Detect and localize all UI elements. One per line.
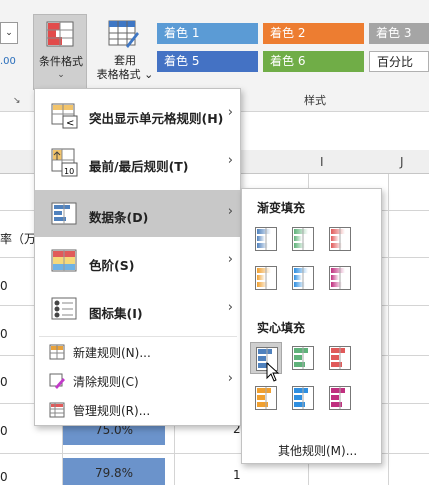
chevron-right-icon: › (227, 371, 233, 386)
menu-item-color-scales[interactable]: 色阶(S) › (35, 239, 240, 285)
menu-item-icon-sets[interactable]: 图标集(I) › (35, 287, 240, 333)
style-accent-6[interactable]: 着色 6 (263, 51, 364, 72)
manage-rules-icon (49, 402, 65, 421)
solid-data-bar-option[interactable] (287, 382, 319, 414)
menu-item-label: 管理规则(R)... (73, 404, 151, 418)
data-bar-swatch-icon (329, 346, 351, 370)
cell-text[interactable]: 1 (233, 468, 241, 482)
conditional-format-label: 条件格式 (39, 55, 83, 68)
icon-sets-icon (51, 297, 79, 324)
data-bar-swatch-icon (329, 386, 351, 410)
solid-data-bar-option[interactable] (324, 342, 356, 374)
cell-text[interactable]: 0 (0, 279, 8, 293)
menu-item-label: 新建规则(N)... (73, 346, 151, 360)
new-rule-icon (49, 344, 65, 363)
menu-item-data-bars[interactable]: 数据条(D) › (35, 190, 240, 237)
cell-text[interactable]: 率（万 (0, 230, 36, 247)
gradient-data-bar-option[interactable] (250, 262, 282, 294)
data-bar-swatch-icon (292, 227, 314, 251)
menu-item-label: 数据条(D) (89, 210, 149, 225)
cell-text[interactable]: 0 (0, 470, 8, 484)
svg-text:10: 10 (64, 167, 74, 176)
style-accent-2[interactable]: 着色 2 (263, 23, 364, 44)
menu-item-top-bottom-rules[interactable]: 10 最前/最后规则(T) › (35, 139, 240, 185)
cell-text[interactable]: 0 (0, 327, 8, 341)
column-header-j[interactable]: J (400, 155, 404, 169)
menu-item-clear-rules[interactable]: 清除规则(C) › (35, 368, 240, 394)
menu-item-label: 突出显示单元格规则(H) (89, 111, 224, 126)
solid-data-bar-option[interactable] (250, 382, 282, 414)
clear-rules-icon (49, 373, 65, 392)
gradient-data-bar-option[interactable] (324, 223, 356, 255)
menu-item-new-rule[interactable]: 新建规则(N)... (35, 339, 240, 365)
chevron-right-icon: › (227, 300, 233, 315)
data-bar-swatch-icon (255, 266, 277, 290)
data-bar-cell[interactable]: 79.8% (63, 458, 165, 485)
menu-item-label: 最前/最后规则(T) (89, 159, 189, 174)
data-bars-icon (51, 202, 79, 229)
chevron-down-icon: ⌄ (57, 70, 65, 80)
grid-line (388, 174, 389, 485)
number-format-dropdown[interactable]: ⌄ (0, 22, 18, 44)
menu-item-label: 图标集(I) (89, 306, 143, 321)
solid-fill-heading: 实心填充 (257, 321, 306, 335)
format-as-table-label-2: 表格格式 ⌄ (96, 68, 154, 81)
style-accent-3[interactable]: 着色 3 (369, 23, 429, 44)
svg-text:<: < (66, 118, 74, 129)
menu-item-manage-rules[interactable]: 管理规则(R)... (35, 397, 240, 423)
gradient-data-bar-option[interactable] (287, 223, 319, 255)
data-bar-swatch-icon (255, 386, 277, 410)
style-accent-1[interactable]: 着色 1 (157, 23, 258, 44)
data-bar-swatch-icon (292, 346, 314, 370)
gradient-data-bar-option[interactable] (287, 262, 319, 294)
color-scales-icon (51, 249, 79, 276)
dialog-launcher-icon[interactable]: ↘ (13, 96, 21, 106)
data-bar-swatch-icon (329, 227, 351, 251)
chevron-right-icon: › (227, 204, 233, 219)
data-bar-swatch-icon (292, 266, 314, 290)
data-bar-swatch-icon (292, 386, 314, 410)
chevron-right-icon: › (227, 252, 233, 267)
cell-text[interactable]: 0 (0, 424, 8, 438)
conditional-format-menu: < 突出显示单元格规则(H) › 10 最前/最后规则(T) › 数据条(D) … (34, 88, 241, 426)
menu-item-label: 色阶(S) (89, 258, 135, 273)
data-bars-submenu: 渐变填充 实心填充 其他规则(M)... (241, 188, 382, 464)
conditional-format-button[interactable]: 条件格式 ⌄ (33, 14, 87, 90)
style-percent[interactable]: 百分比 (369, 51, 429, 72)
conditional-format-icon (46, 21, 76, 52)
decimal-icon[interactable]: .00 (0, 56, 16, 67)
gradient-fill-heading: 渐变填充 (257, 201, 306, 215)
solid-data-bar-option[interactable] (324, 382, 356, 414)
cell-text[interactable]: 0 (0, 375, 8, 389)
table-format-icon (108, 20, 140, 53)
column-header-i[interactable]: I (320, 155, 324, 169)
solid-data-bar-option[interactable] (287, 342, 319, 374)
mouse-cursor-icon (266, 361, 280, 385)
chevron-right-icon: › (227, 153, 233, 168)
menu-item-label: 清除规则(C) (73, 375, 139, 389)
format-as-table-button[interactable]: 套用 表格格式 ⌄ (96, 14, 154, 90)
menu-separator (39, 336, 237, 337)
highlight-rules-icon: < (51, 103, 79, 132)
gradient-data-bar-option[interactable] (324, 262, 356, 294)
chevron-right-icon: › (227, 105, 233, 120)
gradient-data-bar-option[interactable] (250, 223, 282, 255)
top-bottom-rules-icon: 10 (51, 148, 79, 181)
style-accent-5[interactable]: 着色 5 (157, 51, 258, 72)
menu-item-highlight-rules[interactable]: < 突出显示单元格规则(H) › (35, 93, 240, 137)
data-bar-swatch-icon (255, 227, 277, 251)
data-bar-swatch-icon (329, 266, 351, 290)
more-rules-link[interactable]: 其他规则(M)... (278, 442, 357, 459)
styles-group-label: 样式 (304, 94, 326, 107)
